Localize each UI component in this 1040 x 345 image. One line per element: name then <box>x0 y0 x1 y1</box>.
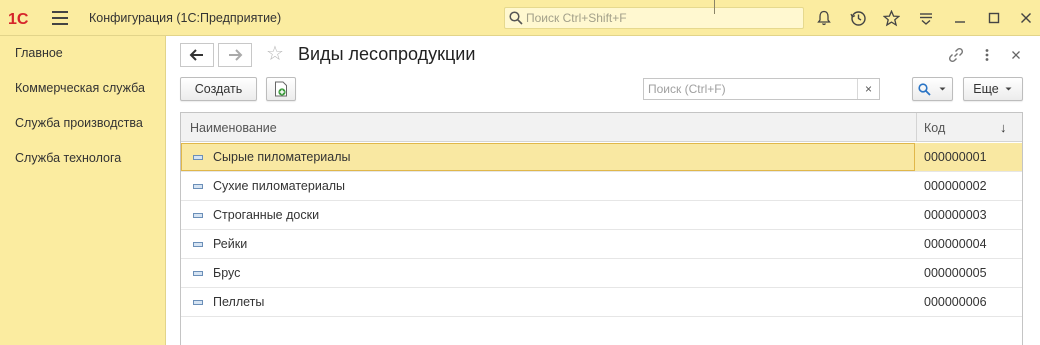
list-search-input[interactable] <box>644 82 854 96</box>
svg-text:1С: 1С <box>8 11 29 27</box>
main-menu-icon[interactable] <box>52 11 68 25</box>
table-rows: Сырые пиломатериалы 000000001 Сухие пило… <box>181 143 1022 317</box>
global-search-input[interactable] <box>526 11 796 25</box>
cell-name: Пеллеты <box>181 288 915 316</box>
table-row[interactable]: Строганные доски 000000003 <box>181 201 1022 230</box>
create-button[interactable]: Создать <box>180 77 257 101</box>
table-row[interactable]: Пеллеты 000000006 <box>181 288 1022 317</box>
cell-code: 000000002 <box>924 179 987 193</box>
dropdown-arrow-icon <box>939 87 946 91</box>
column-header-name[interactable]: Наименование <box>190 113 277 142</box>
sidebar-item-commercial[interactable]: Коммерческая служба <box>15 81 145 95</box>
table-row[interactable]: Сухие пиломатериалы 000000002 <box>181 172 1022 201</box>
list-table[interactable]: Наименование Код ↓ Сырые пиломатериалы 0… <box>180 112 1023 345</box>
maximize-icon[interactable] <box>984 8 1004 28</box>
minimize-icon[interactable] <box>950 8 970 28</box>
search-options-button[interactable] <box>912 77 953 101</box>
catalog-item-icon <box>193 212 203 218</box>
close-window-icon[interactable] <box>1016 8 1036 28</box>
settings-menu-icon[interactable] <box>916 8 936 28</box>
notifications-bell-icon[interactable] <box>814 8 834 28</box>
catalog-item-icon <box>193 299 203 305</box>
list-search-box[interactable]: × <box>643 78 880 100</box>
sort-descending-icon[interactable]: ↓ <box>1000 113 1007 142</box>
dropdown-arrow-icon <box>1005 87 1012 91</box>
clear-search-button[interactable]: × <box>857 79 879 99</box>
catalog-item-icon <box>193 241 203 247</box>
page-title: Виды лесопродукции <box>298 44 476 64</box>
table-header: Наименование Код ↓ <box>181 113 1022 142</box>
cell-name: Строганные доски <box>181 201 915 229</box>
more-button[interactable]: Еще <box>963 77 1023 101</box>
1c-logo[interactable]: 1С <box>8 9 38 27</box>
column-header-code[interactable]: Код <box>924 113 945 142</box>
form-area: ☆ Виды лесопродукции Создать × Еще Наиме… <box>167 36 1040 345</box>
sections-panel: Главное Коммерческая служба Служба произ… <box>0 36 166 345</box>
cell-name: Сухие пиломатериалы <box>181 172 915 200</box>
sidebar-item-main[interactable]: Главное <box>15 46 63 60</box>
cell-code: 000000005 <box>924 266 987 280</box>
link-icon[interactable] <box>946 45 966 65</box>
table-row[interactable]: Брус 000000005 <box>181 259 1022 288</box>
cell-code: 000000004 <box>924 237 987 251</box>
search-icon <box>918 82 931 96</box>
cell-code: 000000003 <box>924 208 987 222</box>
favorites-star-icon[interactable] <box>881 8 901 28</box>
cell-name-text: Брус <box>213 266 241 280</box>
history-icon[interactable] <box>848 8 868 28</box>
search-icon <box>509 11 523 25</box>
close-form-icon[interactable] <box>1006 45 1026 65</box>
add-document-icon <box>275 81 287 97</box>
toolbar-separator <box>714 0 715 14</box>
forward-button[interactable] <box>218 43 252 67</box>
cell-name-text: Пеллеты <box>213 295 265 309</box>
arrow-left-icon <box>189 49 203 61</box>
back-button[interactable] <box>180 43 214 67</box>
column-divider <box>916 113 917 142</box>
cell-name: Брус <box>181 259 915 287</box>
cell-name: Сырые пиломатериалы <box>181 143 915 171</box>
table-row[interactable]: Сырые пиломатериалы 000000001 <box>181 143 1022 172</box>
catalog-item-icon <box>193 270 203 276</box>
more-button-label: Еще <box>973 82 999 96</box>
catalog-item-icon <box>193 154 203 160</box>
cell-name-text: Сухие пиломатериалы <box>213 179 346 193</box>
cell-code: 000000006 <box>924 295 987 309</box>
app-title: Конфигурация (1С:Предприятие) <box>89 11 282 25</box>
global-search-box[interactable] <box>504 7 804 29</box>
cell-name: Рейки <box>181 230 915 258</box>
more-actions-icon[interactable] <box>977 45 997 65</box>
arrow-right-icon <box>229 49 243 61</box>
sidebar-item-production[interactable]: Служба производства <box>15 116 143 130</box>
cell-name-text: Рейки <box>213 237 248 251</box>
cell-name-text: Сырые пиломатериалы <box>213 150 351 164</box>
catalog-item-icon <box>193 183 203 189</box>
table-row[interactable]: Рейки 000000004 <box>181 230 1022 259</box>
create-copy-button[interactable] <box>266 77 296 101</box>
sidebar-item-technologist[interactable]: Служба технолога <box>15 151 121 165</box>
cell-name-text: Строганные доски <box>213 208 320 222</box>
top-bar: 1С Конфигурация (1С:Предприятие) <box>0 0 1040 36</box>
add-to-favorites-star-icon[interactable]: ☆ <box>266 44 284 64</box>
cell-code: 000000001 <box>924 150 987 164</box>
